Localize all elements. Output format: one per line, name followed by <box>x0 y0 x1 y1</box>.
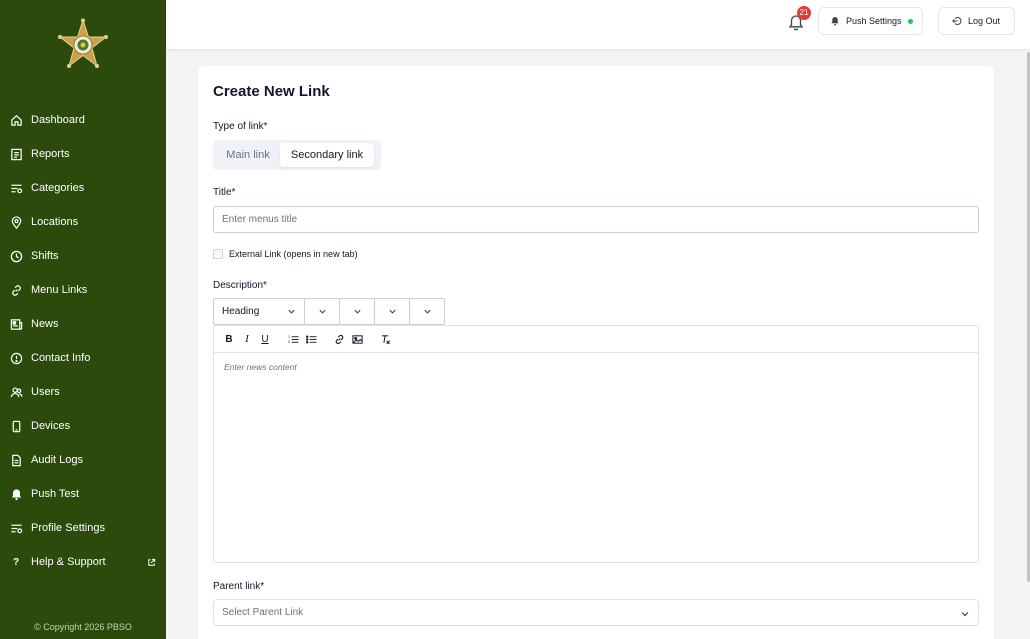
svg-text:1: 1 <box>288 335 290 339</box>
sidebar-item-help-support[interactable]: ? Help & Support <box>0 545 166 579</box>
categories-icon <box>9 181 23 195</box>
home-icon <box>9 113 23 127</box>
svg-text:2: 2 <box>288 340 290 344</box>
external-link-checkbox[interactable] <box>213 249 223 259</box>
align-select[interactable] <box>409 298 445 325</box>
sidebar: Dashboard Reports Categories Locations S… <box>0 0 166 639</box>
location-pin-icon <box>9 215 23 229</box>
newspaper-icon <box>9 317 23 331</box>
sidebar-item-contact-info[interactable]: Contact Info <box>0 341 166 375</box>
bell-icon <box>9 487 23 501</box>
status-dot <box>907 18 913 24</box>
editor-style-toolbar: B I U 12 <box>214 326 978 353</box>
external-link-icon <box>148 558 156 566</box>
sidebar-item-menu-links[interactable]: Menu Links <box>0 273 166 307</box>
main-link-option[interactable]: Main link <box>216 143 280 167</box>
reports-icon <box>9 147 23 161</box>
sidebar-item-label: Help & Support <box>31 556 106 568</box>
page-title: Create New Link <box>213 83 330 100</box>
sidebar-item-label: Users <box>31 386 60 398</box>
color-select[interactable] <box>374 298 410 325</box>
sidebar-item-label: Dashboard <box>31 114 85 126</box>
link-type-toggle: Main link Secondary link <box>213 140 381 170</box>
users-icon <box>9 385 23 399</box>
sidebar-item-label: Audit Logs <box>31 454 83 466</box>
bold-icon[interactable]: B <box>223 333 235 345</box>
sidebar-item-news[interactable]: News <box>0 307 166 341</box>
image-icon[interactable] <box>351 333 363 345</box>
document-icon <box>9 453 23 467</box>
parent-link-select[interactable]: Select Parent Link <box>213 599 979 626</box>
sidebar-item-label: Profile Settings <box>31 522 105 534</box>
ordered-list-icon[interactable]: 12 <box>287 333 299 345</box>
logout-icon <box>952 17 962 25</box>
sidebar-item-label: Locations <box>31 216 79 228</box>
title-input[interactable] <box>213 206 979 233</box>
sidebar-item-push-test[interactable]: Push Test <box>0 477 166 511</box>
clock-icon <box>9 249 23 263</box>
sidebar-item-label: Push Test <box>31 488 80 500</box>
top-bar: 21 Push Settings Log Out <box>166 0 1030 50</box>
chevron-down-icon <box>353 309 361 314</box>
sidebar-item-locations[interactable]: Locations <box>0 205 166 239</box>
sidebar-item-label: Menu Links <box>31 284 88 296</box>
sidebar-item-users[interactable]: Users <box>0 375 166 409</box>
sidebar-item-dashboard[interactable]: Dashboard <box>0 103 166 137</box>
font-select[interactable] <box>304 298 340 325</box>
sidebar-item-label: Contact Info <box>31 352 91 364</box>
push-settings-button[interactable]: Push Settings <box>818 7 923 35</box>
info-icon <box>9 351 23 365</box>
notification-count-badge: 21 <box>797 6 811 20</box>
chevron-down-icon <box>288 309 295 314</box>
sidebar-item-reports[interactable]: Reports <box>0 137 166 171</box>
sheriff-star-logo <box>58 18 108 68</box>
sidebar-item-label: Categories <box>31 182 85 194</box>
sidebar-item-label: Reports <box>31 148 70 160</box>
type-of-link-label: Type of link* <box>213 121 268 132</box>
settings-sliders-icon <box>9 521 23 535</box>
sidebar-item-label: Shifts <box>31 250 59 262</box>
sidebar-item-label: News <box>31 318 59 330</box>
sidebar-item-categories[interactable]: Categories <box>0 171 166 205</box>
sidebar-item-shifts[interactable]: Shifts <box>0 239 166 273</box>
external-link-row: External Link (opens in new tab) <box>213 249 358 259</box>
editor-placeholder: Enter news content <box>224 362 297 372</box>
question-icon: ? <box>12 556 20 568</box>
copyright-text: © Copyright 2026 PBSO <box>34 622 132 632</box>
create-link-card: Create New Link Type of link* Main link … <box>198 66 994 639</box>
logout-label: Log Out <box>968 16 1001 26</box>
sidebar-nav: Dashboard Reports Categories Locations S… <box>0 103 166 579</box>
title-label: Title* <box>213 187 236 198</box>
link-icon <box>9 283 23 297</box>
editor-format-toolbar: Heading <box>213 298 445 325</box>
chevron-down-icon <box>318 309 326 314</box>
logout-button[interactable]: Log Out <box>938 7 1015 35</box>
external-link-label: External Link (opens in new tab) <box>229 249 358 259</box>
heading-select-value: Heading <box>222 306 260 317</box>
parent-link-placeholder: Select Parent Link <box>222 607 304 618</box>
push-settings-label: Push Settings <box>846 16 902 26</box>
underline-icon[interactable]: U <box>259 333 271 345</box>
sidebar-item-devices[interactable]: Devices <box>0 409 166 443</box>
rich-text-editor[interactable]: B I U 12 Enter news content <box>213 325 979 563</box>
bell-icon <box>831 17 839 26</box>
sidebar-item-label: Devices <box>31 420 71 432</box>
chevron-down-icon <box>388 309 396 314</box>
heading-select[interactable]: Heading <box>213 298 305 325</box>
chevron-down-icon <box>961 612 969 617</box>
secondary-link-option[interactable]: Secondary link <box>280 143 374 167</box>
italic-icon[interactable]: I <box>241 333 253 345</box>
phone-icon <box>9 419 23 433</box>
bullet-list-icon[interactable] <box>305 333 317 345</box>
clear-formatting-icon[interactable] <box>379 333 391 345</box>
size-select[interactable] <box>339 298 375 325</box>
link-icon[interactable] <box>333 333 345 345</box>
parent-link-label: Parent link* <box>213 581 265 592</box>
sidebar-item-audit-logs[interactable]: Audit Logs <box>0 443 166 477</box>
description-label: Description* <box>213 280 267 291</box>
chevron-down-icon <box>423 309 431 314</box>
sidebar-item-profile-settings[interactable]: Profile Settings <box>0 511 166 545</box>
